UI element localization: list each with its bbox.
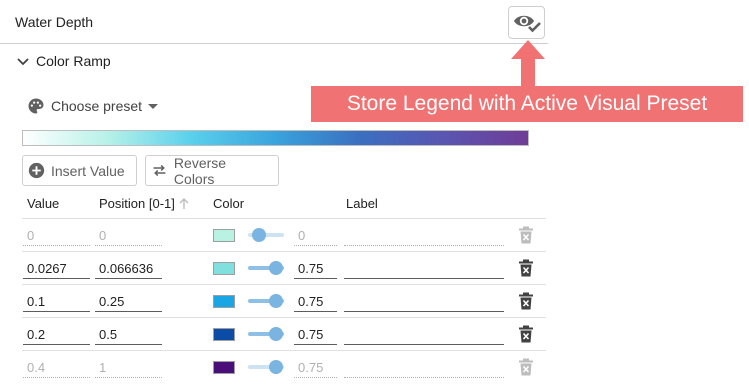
chevron-down-icon xyxy=(17,58,29,66)
stop-value-input: 0.4 xyxy=(23,359,90,378)
header-position-label: Position [0-1] xyxy=(99,196,175,211)
table-row: 0.2 0.5 0.75 xyxy=(22,317,546,350)
header-value[interactable]: Value xyxy=(27,196,59,211)
stop-value-input: 0 xyxy=(23,227,90,246)
table-row: 0.1 0.25 0.75 xyxy=(22,284,546,317)
header-color: Color xyxy=(213,196,245,211)
reverse-colors-button[interactable]: Reverse Colors xyxy=(145,154,279,187)
delete-icon xyxy=(519,226,533,244)
insert-value-button[interactable]: Insert Value xyxy=(22,155,137,186)
table-row: 0.0267 0.066636 0.75 xyxy=(22,251,546,284)
opacity-input[interactable]: 0 xyxy=(294,227,337,246)
swap-horiz-icon xyxy=(153,164,166,177)
opacity-input[interactable]: 0.75 xyxy=(294,260,337,279)
stop-value-input[interactable]: 0.1 xyxy=(23,293,90,312)
header-label: Label xyxy=(346,196,378,211)
delete-icon[interactable] xyxy=(518,259,534,277)
stop-label-input[interactable] xyxy=(344,227,504,246)
stop-value-input[interactable]: 0.2 xyxy=(23,326,90,345)
opacity-slider[interactable] xyxy=(248,325,284,343)
stop-label-input[interactable] xyxy=(344,326,504,345)
annotation-text: Store Legend with Active Visual Preset xyxy=(346,92,708,115)
opacity-slider[interactable] xyxy=(248,292,284,310)
sort-arrow-up-icon xyxy=(179,197,189,209)
slider-thumb[interactable] xyxy=(269,360,283,374)
header-position[interactable]: Position [0-1] xyxy=(99,196,189,211)
slider-thumb[interactable] xyxy=(269,327,283,341)
slider-thumb[interactable] xyxy=(252,228,266,242)
color-swatch[interactable] xyxy=(213,295,235,308)
stop-value-input[interactable]: 0.0267 xyxy=(23,260,90,279)
store-legend-button[interactable] xyxy=(508,6,545,39)
color-swatch[interactable] xyxy=(213,229,235,242)
delete-icon xyxy=(519,358,533,376)
eye-check-icon xyxy=(513,15,541,32)
reverse-colors-label: Reverse Colors xyxy=(173,154,227,187)
opacity-input[interactable]: 0.75 xyxy=(294,293,337,312)
layer-title: Water Depth xyxy=(15,14,94,30)
stop-position-input[interactable]: 0.25 xyxy=(95,293,162,312)
choose-preset-dropdown[interactable]: Choose preset xyxy=(27,96,159,116)
delete-icon[interactable] xyxy=(518,325,534,343)
color-ramp-preview xyxy=(22,130,529,146)
stop-label-input[interactable] xyxy=(344,260,504,279)
stop-label-input[interactable] xyxy=(344,359,504,378)
annotation-callout: Store Legend with Active Visual Preset xyxy=(311,86,743,122)
opacity-slider[interactable] xyxy=(248,226,284,244)
opacity-slider[interactable] xyxy=(248,358,284,376)
insert-value-label: Insert Value xyxy=(51,162,125,179)
color-swatch[interactable] xyxy=(213,361,235,374)
slider-thumb[interactable] xyxy=(269,294,283,308)
layer-header: Water Depth xyxy=(0,0,548,44)
color-ramp-toggle[interactable]: Color Ramp xyxy=(15,51,111,71)
stop-position-input[interactable]: 0.5 xyxy=(95,326,162,345)
stop-position-input: 0 xyxy=(95,227,162,246)
delete-icon[interactable] xyxy=(518,292,534,310)
stop-label-input[interactable] xyxy=(344,293,504,312)
slider-thumb[interactable] xyxy=(269,261,283,275)
annotation-arrow-up-icon xyxy=(511,40,545,86)
opacity-slider[interactable] xyxy=(248,259,284,277)
preset-label: Choose preset xyxy=(51,98,143,114)
caret-down-icon xyxy=(148,104,159,109)
section-title: Color Ramp xyxy=(36,53,111,69)
palette-icon xyxy=(28,98,44,114)
opacity-input[interactable]: 0.75 xyxy=(294,326,337,345)
color-swatch[interactable] xyxy=(213,262,235,275)
color-swatch[interactable] xyxy=(213,328,235,341)
add-circle-icon xyxy=(28,162,45,179)
table-row: 0.4 1 0.75 xyxy=(22,350,546,383)
stop-position-input[interactable]: 0.066636 xyxy=(95,260,162,279)
stop-position-input: 1 xyxy=(95,359,162,378)
opacity-input[interactable]: 0.75 xyxy=(294,359,337,378)
table-row: 000 xyxy=(22,218,546,251)
